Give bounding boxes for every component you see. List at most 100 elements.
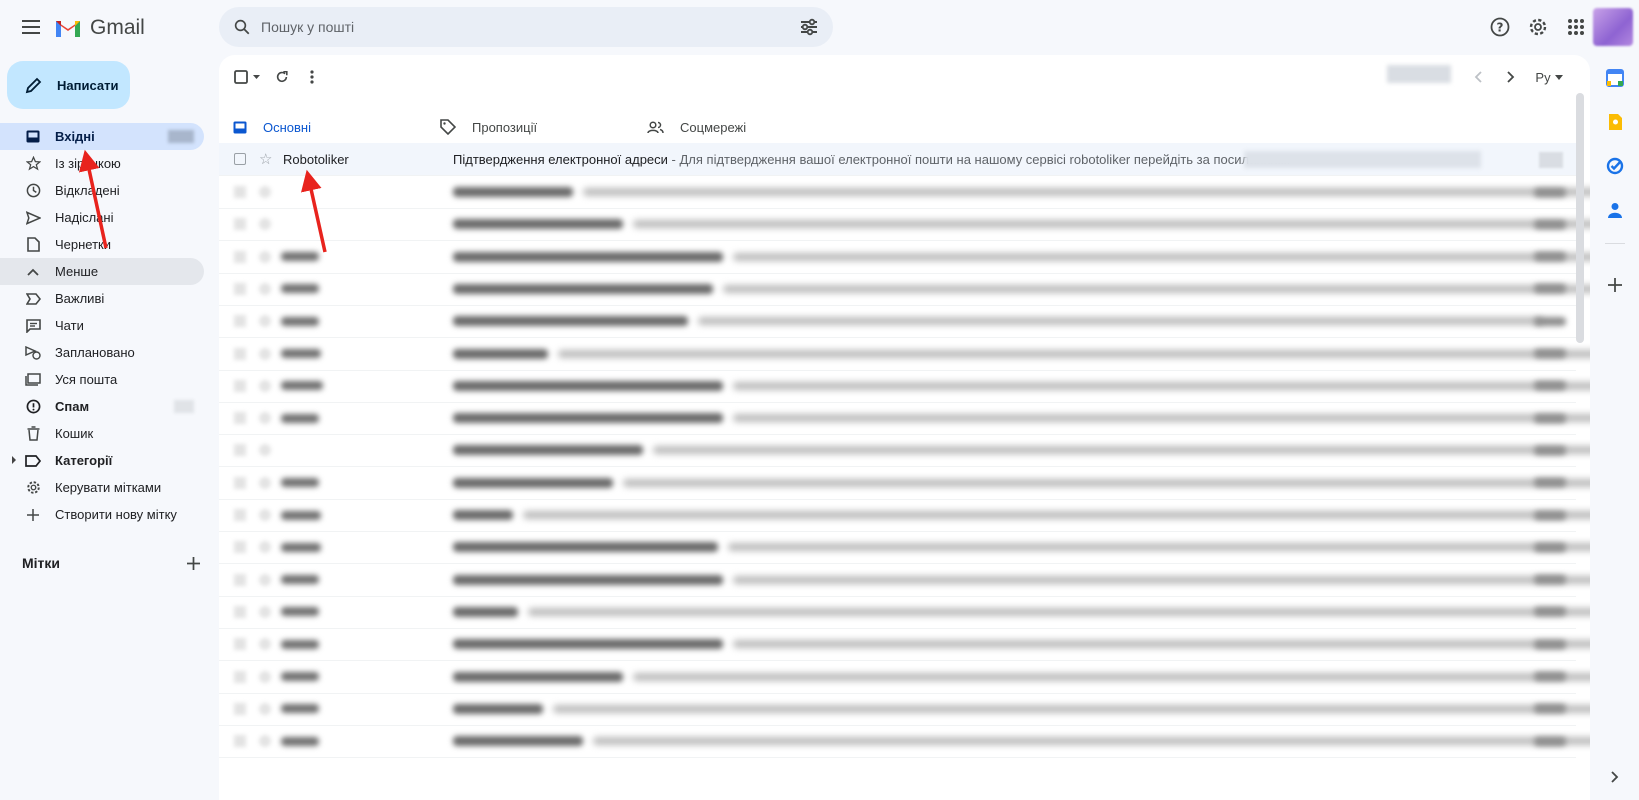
star-toggle-icon[interactable]: [259, 476, 271, 489]
row-checkbox[interactable]: [234, 412, 246, 425]
email-row[interactable]: ☆ Robotoliker Підтвердження електронної …: [219, 143, 1576, 176]
redacted-email-row[interactable]: [219, 370, 1590, 403]
row-checkbox[interactable]: [234, 573, 246, 586]
redacted-email-row[interactable]: [219, 434, 1590, 468]
google-apps-button[interactable]: [1561, 12, 1591, 42]
newer-button[interactable]: [1467, 66, 1489, 88]
redacted-email-row[interactable]: [219, 273, 1590, 306]
redacted-email-row[interactable]: [219, 564, 1590, 597]
row-checkbox[interactable]: [234, 541, 246, 554]
row-checkbox[interactable]: [234, 218, 246, 231]
sidebar-item-snoozed[interactable]: Відкладені: [0, 177, 204, 204]
search-input[interactable]: [261, 19, 799, 35]
refresh-button[interactable]: [271, 66, 293, 88]
star-toggle-icon[interactable]: [259, 605, 271, 618]
redacted-email-row[interactable]: [219, 693, 1590, 726]
redacted-email-row[interactable]: [219, 725, 1590, 759]
older-button[interactable]: [1500, 66, 1522, 88]
star-toggle-icon[interactable]: [259, 509, 271, 521]
redacted-email-row[interactable]: [219, 628, 1590, 662]
star-toggle-icon[interactable]: [259, 541, 271, 554]
account-avatar[interactable]: [1593, 8, 1633, 46]
star-toggle-icon[interactable]: [259, 379, 271, 392]
row-checkbox[interactable]: [234, 735, 246, 748]
gmail-logo[interactable]: Gmail: [54, 14, 145, 42]
redacted-email-row[interactable]: [219, 305, 1576, 339]
redacted-email-row[interactable]: [219, 499, 1590, 532]
search-bar[interactable]: [219, 7, 833, 47]
sidebar-item-less[interactable]: Менше: [0, 258, 204, 285]
redacted-email-row[interactable]: [219, 402, 1590, 436]
settings-button[interactable]: [1523, 12, 1553, 42]
row-checkbox[interactable]: [234, 315, 246, 328]
star-toggle-icon[interactable]: [259, 315, 271, 328]
row-checkbox[interactable]: [234, 605, 246, 618]
row-checkbox[interactable]: [234, 250, 246, 263]
sidebar-item-create-label[interactable]: Створити нову мітку: [0, 501, 204, 528]
more-actions-button[interactable]: [303, 66, 321, 88]
row-checkbox[interactable]: [234, 476, 246, 489]
keep-app-button[interactable]: [1603, 110, 1627, 134]
star-toggle-icon[interactable]: [259, 735, 271, 748]
redacted-email-row[interactable]: [219, 241, 1590, 274]
redacted-email-row[interactable]: [219, 596, 1590, 629]
main-menu-button[interactable]: [14, 12, 48, 42]
star-toggle-icon[interactable]: [259, 412, 271, 425]
redacted-email-row[interactable]: [219, 338, 1590, 371]
sidebar-item-trash[interactable]: Кошик: [0, 420, 204, 447]
redacted-email-row[interactable]: [219, 176, 1590, 209]
sidebar-item-spam[interactable]: Спам: [0, 393, 204, 420]
sidebar-item-manage-labels[interactable]: Керувати мітками: [0, 474, 204, 501]
star-toggle-icon[interactable]: [259, 347, 271, 360]
tasks-app-button[interactable]: [1603, 154, 1627, 178]
row-checkbox[interactable]: [234, 670, 246, 683]
sidebar-item-chats[interactable]: Чати: [0, 312, 204, 339]
contacts-app-button[interactable]: [1603, 198, 1627, 222]
input-tools-button[interactable]: Ру: [1531, 66, 1567, 88]
row-checkbox[interactable]: [234, 186, 246, 198]
row-checkbox[interactable]: [234, 702, 246, 715]
support-button[interactable]: ?: [1485, 12, 1515, 42]
sidebar-item-scheduled[interactable]: Заплановано: [0, 339, 204, 366]
sidebar-item-categories[interactable]: Категорії: [0, 447, 204, 474]
star-toggle-icon[interactable]: [259, 282, 271, 295]
inbox-icon: [26, 130, 40, 143]
calendar-app-button[interactable]: [1603, 66, 1627, 90]
redacted-email-row[interactable]: [219, 467, 1590, 500]
row-checkbox[interactable]: [234, 282, 246, 295]
row-checkbox[interactable]: [234, 444, 246, 457]
get-addons-button[interactable]: [1603, 273, 1627, 297]
sidebar-item-starred[interactable]: Із зірочкою: [0, 150, 204, 177]
add-label-plus-icon[interactable]: [187, 556, 200, 570]
compose-button[interactable]: Написати: [7, 61, 130, 109]
redacted-email-row[interactable]: [219, 531, 1590, 565]
show-side-panel-button[interactable]: [1603, 765, 1627, 789]
row-checkbox[interactable]: [234, 638, 246, 651]
redacted-email-row[interactable]: [219, 661, 1590, 694]
star-toggle-icon[interactable]: [259, 638, 271, 651]
star-toggle-icon[interactable]: [259, 670, 271, 683]
row-checkbox[interactable]: [234, 379, 246, 392]
sidebar-item-all-mail[interactable]: Уся пошта: [0, 366, 204, 393]
search-icon[interactable]: [233, 18, 251, 36]
sidebar-item-important[interactable]: Важливі: [0, 285, 204, 312]
sidebar-item-drafts[interactable]: Чернетки: [0, 231, 204, 258]
star-toggle-icon[interactable]: [259, 444, 271, 457]
star-toggle-icon[interactable]: ☆: [259, 150, 272, 168]
sidebar-item-inbox[interactable]: Вхідні: [0, 123, 204, 150]
redacted-email-row[interactable]: [219, 208, 1590, 242]
redacted-snippet: [728, 543, 1590, 552]
star-toggle-icon[interactable]: [259, 218, 271, 231]
star-toggle-icon[interactable]: [259, 250, 271, 263]
star-toggle-icon[interactable]: [259, 186, 271, 198]
row-checkbox[interactable]: [234, 509, 246, 521]
row-checkbox[interactable]: [234, 153, 246, 165]
search-options-icon[interactable]: [799, 18, 819, 36]
star-toggle-icon[interactable]: [259, 702, 271, 715]
sidebar-item-sent[interactable]: Надіслані: [0, 204, 204, 231]
select-all-checkbox[interactable]: [233, 66, 265, 88]
star-toggle-icon[interactable]: [259, 573, 271, 586]
row-checkbox[interactable]: [234, 347, 246, 360]
expand-caret-icon[interactable]: [12, 456, 16, 464]
scrollbar-thumb[interactable]: [1576, 93, 1584, 343]
